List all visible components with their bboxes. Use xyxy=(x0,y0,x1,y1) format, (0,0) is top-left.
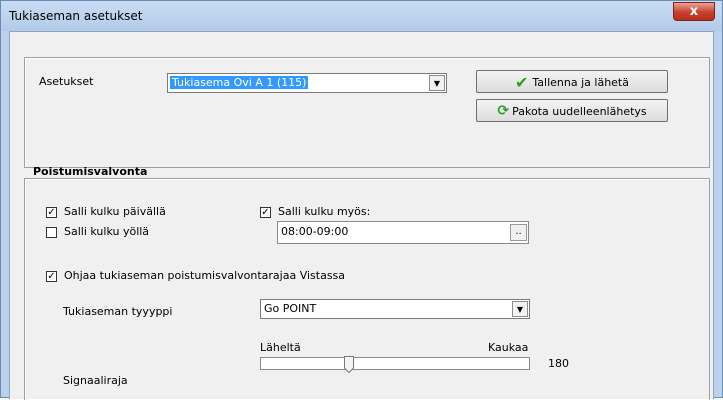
allow-also-label: Salli kulku myös: xyxy=(278,205,371,218)
allow-night-checkbox[interactable] xyxy=(46,227,57,238)
station-type-label: Tukiaseman tyyyppi xyxy=(63,305,173,318)
allow-also-checkbox[interactable]: ✓ xyxy=(260,207,271,218)
reload-icon: ⟳ xyxy=(497,102,510,119)
allow-day-label: Salli kulku päivällä xyxy=(64,205,166,218)
settings-select[interactable]: Tukiasema Ovi A 1 (115) ▼ xyxy=(167,73,447,93)
time-picker-button[interactable]: .. xyxy=(510,224,527,241)
settings-label: Asetukset xyxy=(39,75,94,88)
slider-thumb[interactable] xyxy=(344,356,354,373)
exit-monitoring-heading: Poistumisvalvonta xyxy=(33,165,148,178)
title-bar: Tukiaseman asetukset x xyxy=(1,1,722,31)
signal-limit-value: 180 xyxy=(548,357,569,370)
force-resend-button[interactable]: ⟳ Pakota uudelleenlähetys xyxy=(476,99,668,122)
checkmark-icon: ✔ xyxy=(515,72,529,92)
station-type-select[interactable]: Go POINT ▼ xyxy=(260,299,530,319)
force-resend-label: Pakota uudelleenlähetys xyxy=(512,104,647,118)
time-range-field[interactable]: 08:00-09:00 .. xyxy=(277,221,529,244)
window-title: Tukiaseman asetukset xyxy=(9,9,143,23)
chevron-down-icon[interactable]: ▼ xyxy=(429,75,445,91)
chevron-down-icon[interactable]: ▼ xyxy=(512,301,528,317)
slider-near-label: Läheltä xyxy=(260,341,301,354)
station-type-value: Go POINT xyxy=(264,302,317,315)
control-limit-label: Ohjaa tukiaseman poistumisvalvontarajaa … xyxy=(64,269,346,282)
slider-far-label: Kaukaa xyxy=(488,341,529,354)
settings-select-value: Tukiasema Ovi A 1 (115) xyxy=(170,76,309,89)
allow-day-checkbox[interactable]: ✓ xyxy=(46,207,57,218)
signal-limit-slider[interactable] xyxy=(260,356,530,373)
save-and-send-label: Tallenna ja lähetä xyxy=(532,75,629,89)
allow-night-label: Salli kulku yöllä xyxy=(64,225,150,238)
settings-window: Tukiaseman asetukset x Asetukset Tukiase… xyxy=(0,0,723,400)
control-limit-checkbox[interactable]: ✓ xyxy=(46,271,57,282)
signal-limit-label: Signaaliraja xyxy=(63,374,128,387)
close-button[interactable]: x xyxy=(673,2,715,21)
save-and-send-button[interactable]: ✔ Tallenna ja lähetä xyxy=(476,70,668,93)
dialog-body: Asetukset Tukiasema Ovi A 1 (115) ▼ ✔ Tal… xyxy=(9,31,714,400)
time-range-value: 08:00-09:00 xyxy=(281,225,349,238)
